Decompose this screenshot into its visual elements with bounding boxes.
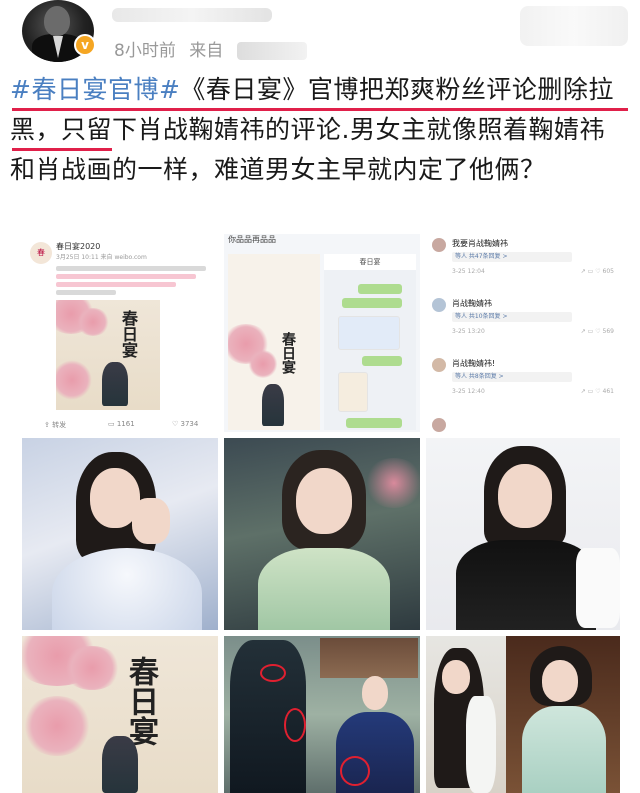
like-count[interactable]: ♡ 3734 <box>172 420 198 428</box>
commenter-avatar <box>432 418 446 432</box>
text-line <box>56 282 176 287</box>
comment-item: 我要肖战鞠婧祎 等人 共47条回复 > 3-25 12:04 ↗ ▭ ♡ 605 <box>426 238 620 298</box>
verified-badge-icon: v <box>74 34 96 56</box>
photo-face <box>498 464 552 528</box>
photo-hanfu-comparison[interactable] <box>426 636 620 793</box>
comment-likes[interactable]: ↗ ▭ ♡ 569 <box>581 328 614 335</box>
comment-item: 肖战鞠婧祎! 等人 共8条回复 > 3-25 12:40 ↗ ▭ ♡ 461 <box>426 358 620 418</box>
chat-bubble <box>358 284 402 294</box>
poster-figure <box>262 384 284 426</box>
text-poster: 春日宴 <box>228 254 320 430</box>
source-label: 来自 <box>189 41 224 61</box>
comment-replies[interactable]: 等人 共8条回复 > <box>452 372 572 382</box>
chat-panel: 春日宴 <box>324 254 416 430</box>
commenter-avatar <box>432 298 446 312</box>
post-meta: 8小时前 来自 <box>114 36 315 61</box>
blossom <box>56 360 92 400</box>
highlight-circle <box>340 756 370 786</box>
comment-text: 我要肖战鞠婧祎 <box>452 239 508 248</box>
comment-item: 肖战鞠婧祎 等人 共10条回复 > 3-25 13:20 ↗ ▭ ♡ 569 <box>426 298 620 358</box>
screenshot-weibo-post[interactable]: 春 春日宴2020 3月25日 10:11 来自 weibo.com 春日宴 ⇪… <box>22 234 218 432</box>
photo-top <box>456 540 596 630</box>
post-time-small: 3月25日 10:11 来自 weibo.com <box>56 254 147 261</box>
chat-title: 春日宴 <box>324 254 416 270</box>
comment-text: 肖战鞠婧祎 <box>452 299 492 308</box>
chat-bubble <box>362 356 402 366</box>
blurred-username[interactable] <box>112 8 272 22</box>
photo-dress <box>52 548 202 630</box>
commenter-avatar <box>432 358 446 372</box>
comment-likes[interactable]: ↗ ▭ ♡ 461 <box>581 388 614 395</box>
chat-bubble <box>342 298 402 308</box>
highlight-circle <box>260 664 286 682</box>
chat-image <box>338 372 368 412</box>
poster-title: 春日宴 <box>119 310 138 358</box>
post-text: #春日宴官博#《春日宴》官博把郑爽粉丝评论删除拉黑，只留下肖战鞠婧祎的评论.男女… <box>10 70 630 190</box>
comment-time: 3-25 12:40 <box>452 388 485 395</box>
photo-dress <box>522 706 606 793</box>
poster-title: 春日宴 <box>123 656 158 746</box>
comment-text: 肖战鞠婧祎! <box>452 359 496 368</box>
post-header: v 8小时前 来自 <box>0 0 640 66</box>
post-time: 8小时前 <box>114 41 176 61</box>
photo-sleeve <box>576 548 620 628</box>
blossom <box>248 350 278 378</box>
poster-thumbnail: 春日宴 <box>56 300 160 410</box>
photo-face <box>442 660 470 694</box>
commenter-avatar <box>432 238 446 252</box>
poster-art: 春日宴 <box>22 636 218 793</box>
poster-figure <box>102 362 128 406</box>
text-line <box>56 290 116 295</box>
blurred-follow-area[interactable] <box>520 6 628 46</box>
poster-figure <box>102 736 138 793</box>
photo-actress-3[interactable] <box>426 438 620 630</box>
poster-title: 春日宴 <box>280 332 296 374</box>
comment-replies[interactable]: 等人 共10条回复 > <box>452 312 572 322</box>
photo-face <box>296 468 352 534</box>
photo-actress-2[interactable] <box>224 438 420 630</box>
text-line <box>56 274 196 279</box>
screenshot-comments[interactable]: 我要肖战鞠婧祎 等人 共47条回复 > 3-25 12:04 ↗ ▭ ♡ 605… <box>426 234 620 432</box>
comment-count[interactable]: ▭ 1161 <box>108 420 135 428</box>
photo-dress <box>258 548 390 630</box>
chat-bubble <box>346 418 402 428</box>
comment-time: 3-25 13:20 <box>452 328 485 335</box>
photo-costume-comparison[interactable] <box>224 636 420 793</box>
poster-chunriyan[interactable]: 春日宴 <box>22 636 218 793</box>
comment-likes[interactable]: ↗ ▭ ♡ 605 <box>581 268 614 275</box>
blossom <box>62 646 122 690</box>
account-name: 春日宴2020 <box>56 242 101 251</box>
screenshot-chat[interactable]: 你品品再品品 春日宴 春日宴 <box>224 234 420 432</box>
photo-face <box>362 676 388 710</box>
blossom <box>22 696 92 756</box>
account-logo: 春 <box>30 242 52 264</box>
red-underline-2 <box>12 148 112 151</box>
comment-time: 3-25 12:04 <box>452 268 485 275</box>
blossom <box>364 458 420 508</box>
repost-button[interactable]: ⇪ 转发 <box>44 420 66 430</box>
blossom <box>76 308 110 336</box>
photo-sleeve <box>466 696 496 793</box>
highlight-circle <box>284 708 306 742</box>
photo-face <box>542 660 578 702</box>
comment-replies[interactable]: 等人 共47条回复 > <box>452 252 572 262</box>
photo-hands <box>132 498 170 544</box>
photo-building <box>320 638 418 678</box>
hashtag-link[interactable]: #春日宴官博# <box>10 75 180 104</box>
blurred-source <box>236 42 307 60</box>
avatar-face <box>44 6 70 36</box>
chat-bubble <box>338 316 400 350</box>
red-underline-1 <box>12 108 628 111</box>
chat-header-text: 你品品再品品 <box>228 235 276 244</box>
photo-actress-1[interactable] <box>22 438 218 630</box>
text-line <box>56 266 206 271</box>
